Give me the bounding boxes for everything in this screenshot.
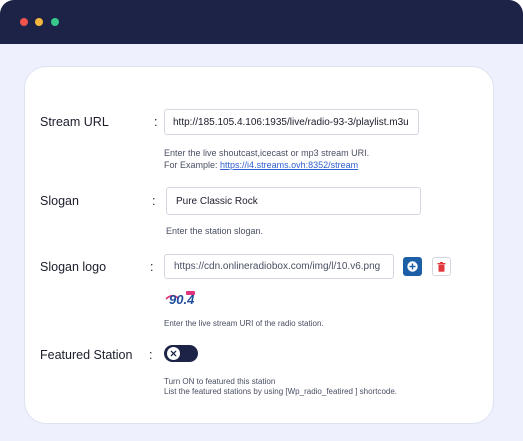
app-window: Stream URL : Enter the live shoutcast,ic… — [0, 0, 523, 441]
featured-station-colon: : — [149, 348, 153, 362]
x-icon — [170, 350, 177, 357]
stream-url-example-prefix: For Example: — [164, 160, 218, 170]
featured-station-toggle[interactable] — [164, 345, 198, 362]
toggle-knob — [167, 347, 180, 360]
trash-icon — [437, 261, 446, 272]
add-logo-button[interactable] — [403, 257, 422, 276]
slogan-logo-url-input[interactable] — [164, 254, 394, 279]
featured-help-line1: Turn ON to featured this station — [164, 377, 276, 386]
stream-url-help: Enter the live shoutcast,icecast or mp3 … — [164, 147, 369, 171]
slogan-logo-label: Slogan logo — [40, 260, 107, 274]
delete-logo-button[interactable] — [432, 257, 451, 276]
slogan-input[interactable] — [166, 187, 421, 215]
featured-station-label: Featured Station — [40, 348, 133, 362]
minimize-window-button[interactable] — [35, 18, 43, 26]
slogan-logo-colon: : — [150, 260, 154, 274]
stream-url-colon: : — [154, 115, 158, 129]
stream-url-help-text: Enter the live shoutcast,icecast or mp3 … — [164, 148, 370, 158]
title-bar — [0, 0, 523, 44]
stream-url-example-link[interactable]: https://i4.streams.ovh:8352/stream — [220, 160, 358, 170]
stream-url-label: Stream URL — [40, 115, 109, 129]
slogan-logo-preview: 90.4 — [165, 291, 195, 307]
slogan-label: Slogan — [40, 194, 79, 208]
maximize-window-button[interactable] — [51, 18, 59, 26]
slogan-logo-help: Enter the live stream URI of the radio s… — [164, 319, 324, 328]
stream-url-example: For Example: https://i4.streams.ovh:8352… — [164, 159, 369, 171]
featured-help-line2: List the featured stations by using [Wp_… — [164, 387, 398, 396]
stream-url-input[interactable] — [164, 109, 419, 135]
slogan-colon: : — [152, 194, 156, 208]
close-window-button[interactable] — [20, 18, 28, 26]
plus-circle-icon — [407, 261, 418, 272]
station-settings-card: Stream URL : Enter the live shoutcast,ic… — [24, 66, 494, 424]
slogan-help: Enter the station slogan. — [166, 226, 264, 236]
featured-station-help: Turn ON to featured this station List th… — [164, 377, 397, 397]
